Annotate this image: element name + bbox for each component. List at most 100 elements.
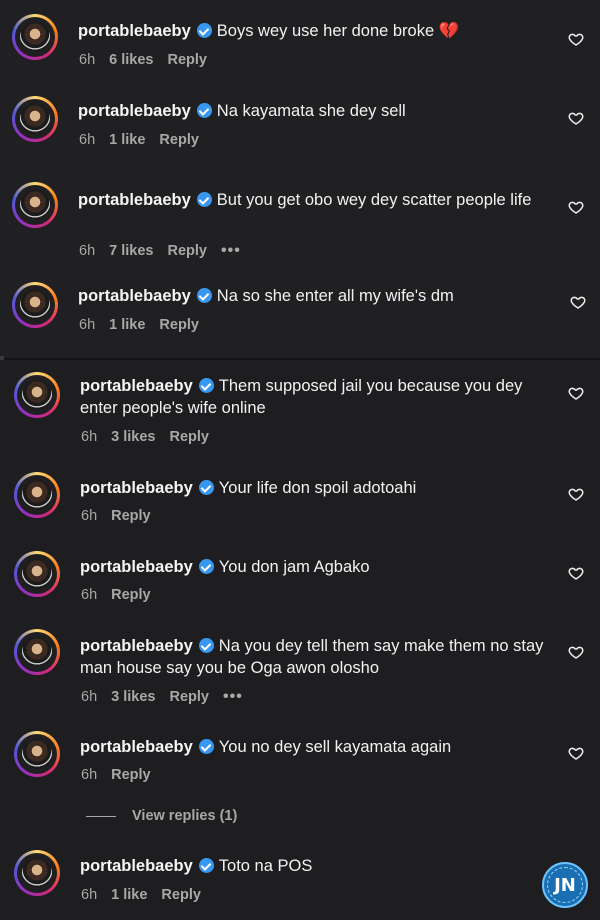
heart-icon[interactable] [568,385,584,401]
reply-button[interactable]: Reply [167,243,207,259]
comment-time: 6h [79,317,96,333]
heart-icon[interactable] [568,110,584,126]
comment-line: portablebaeby Na kayamata she dey sell [78,100,548,122]
comment-meta: 6h 3 likes Reply [81,429,223,445]
verified-badge-icon [198,378,214,393]
heart-icon[interactable] [568,486,584,502]
comment-text: You no dey sell kayamata again [218,738,452,756]
comment-line: portablebaeby Them supposed jail you beca… [80,375,550,419]
comment-time: 6h [79,52,96,68]
comment-line: portablebaeby But you get obo wey dey sca… [78,189,548,211]
comment-line: portablebaeby Boys wey use her done broke… [78,20,548,42]
verified-badge-icon [196,192,212,207]
comment-line: portablebaeby Na you dey tell them say ma… [80,635,550,679]
reply-button[interactable]: Reply [111,587,151,603]
username[interactable]: portablebaeby [78,22,191,40]
heart-icon[interactable] [568,565,584,581]
verified-badge-icon [198,559,214,574]
comment-time: 6h [81,887,98,903]
avatar[interactable] [12,282,58,328]
likes-count[interactable]: 3 likes [111,689,155,705]
comment-meta: 6h 7 likes Reply ••• [79,242,255,260]
comment-meta: 6h 1 like Reply [79,317,213,333]
likes-count[interactable]: 6 likes [109,52,153,68]
reply-button[interactable]: Reply [111,767,151,783]
heart-icon[interactable] [568,745,584,761]
username[interactable]: portablebaeby [80,377,193,395]
comment-text: Your life don spoil adotoahi [218,479,417,497]
username[interactable]: portablebaeby [80,857,193,875]
heart-icon[interactable] [568,31,584,47]
comment-meta: 6h Reply [81,767,165,783]
profile-photo [22,739,52,769]
likes-count[interactable]: 7 likes [109,243,153,259]
comment-meta: 6h 1 like Reply [81,887,215,903]
comment-time: 6h [79,132,96,148]
reply-button[interactable]: Reply [159,317,199,333]
divider-line [86,815,116,817]
comment-time: 6h [79,243,96,259]
profile-photo [20,104,50,134]
profile-photo [22,559,52,589]
username[interactable]: portablebaeby [80,637,193,655]
view-replies-label: View replies (1) [132,808,238,824]
verified-badge-icon [198,858,214,873]
avatar[interactable] [14,629,60,675]
reply-button[interactable]: Reply [161,887,201,903]
comment-meta: 6h 3 likes Reply ••• [81,688,257,706]
watermark-ring [547,867,583,903]
username[interactable]: portablebaeby [80,738,193,756]
heart-icon[interactable] [568,644,584,660]
likes-count[interactable]: 1 like [111,887,147,903]
heart-icon[interactable] [570,294,586,310]
watermark-logo: JN [542,862,588,908]
username[interactable]: portablebaeby [80,558,193,576]
username[interactable]: portablebaeby [78,287,191,305]
verified-badge-icon [198,739,214,754]
comment-line: portablebaeby Your life don spoil adotoah… [80,477,550,499]
avatar[interactable] [14,731,60,777]
comment-line: portablebaeby You no dey sell kayamata ag… [80,736,550,758]
avatar[interactable] [12,96,58,142]
avatar[interactable] [14,472,60,518]
more-options-icon[interactable]: ••• [221,242,241,259]
comment-time: 6h [81,587,98,603]
likes-count[interactable]: 3 likes [111,429,155,445]
avatar[interactable] [14,372,60,418]
profile-photo [20,190,50,220]
avatar[interactable] [12,182,58,228]
comment-meta: 6h 1 like Reply [79,132,213,148]
comment-time: 6h [81,767,98,783]
avatar[interactable] [14,551,60,597]
username[interactable]: portablebaeby [78,191,191,209]
comment-meta: 6h Reply [81,508,165,524]
reply-button[interactable]: Reply [167,52,207,68]
reply-button[interactable]: Reply [169,429,209,445]
verified-badge-icon [196,103,212,118]
reply-button[interactable]: Reply [111,508,151,524]
likes-count[interactable]: 1 like [109,317,145,333]
comment-text: But you get obo wey dey scatter people l… [216,191,532,209]
profile-photo [22,858,52,888]
profile-photo [22,380,52,410]
more-options-icon[interactable]: ••• [223,688,243,705]
comment-text: Boys wey use her done broke 💔 [216,22,460,40]
reply-button[interactable]: Reply [169,689,209,705]
comment-time: 6h [81,429,98,445]
comment-text: Toto na POS [218,857,313,875]
username[interactable]: portablebaeby [80,479,193,497]
profile-photo [20,290,50,320]
verified-badge-icon [196,23,212,38]
likes-count[interactable]: 1 like [109,132,145,148]
heart-icon[interactable] [568,199,584,215]
avatar[interactable] [14,850,60,896]
verified-badge-icon [198,638,214,653]
username[interactable]: portablebaeby [78,102,191,120]
view-replies-button[interactable]: View replies (1) [86,808,237,824]
comment-meta: 6h 6 likes Reply [79,52,221,68]
comment-time: 6h [81,689,98,705]
comment-text: You don jam Agbako [218,558,370,576]
reply-button[interactable]: Reply [159,132,199,148]
avatar[interactable] [12,14,58,60]
comment-line: portablebaeby You don jam Agbako [80,556,550,578]
